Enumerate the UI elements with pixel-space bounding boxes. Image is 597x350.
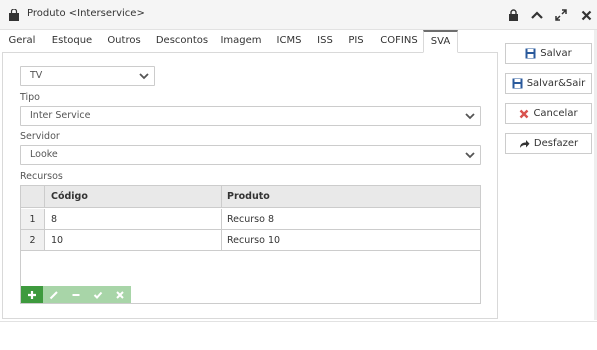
cell-codigo[interactable]: 8 [45, 209, 221, 230]
recursos-label: Recursos [20, 171, 63, 182]
close-icon [520, 109, 529, 118]
save-button[interactable]: Salvar [505, 43, 592, 64]
undo-button[interactable]: Desfazer [505, 133, 592, 154]
save-and-exit-button[interactable]: Salvar&Sair [505, 73, 592, 94]
tab-iss[interactable]: ISS [313, 30, 337, 53]
maximize-button[interactable] [553, 7, 569, 23]
tab-imagem[interactable]: Imagem [218, 30, 264, 53]
row-number: 1 [21, 209, 45, 229]
chevron-down-icon [139, 73, 149, 80]
pencil-icon [49, 290, 58, 299]
window-title: Produto <Interservice> [27, 8, 145, 19]
column-header-produto[interactable]: Produto [221, 186, 480, 208]
tipo-select-value: Inter Service [30, 110, 91, 121]
tab-pis[interactable]: PIS [344, 30, 368, 53]
save-icon [525, 48, 536, 59]
shopping-bag-icon [9, 9, 19, 21]
column-header-codigo[interactable]: Código [45, 186, 221, 208]
save-and-exit-button-label: Salvar&Sair [526, 78, 586, 89]
cancel-button-label: Cancelar [533, 108, 578, 119]
cancel-button[interactable]: Cancelar [505, 103, 592, 124]
table-row[interactable]: 1 8 Recurso 8 [21, 209, 480, 230]
minus-icon [72, 293, 80, 296]
cancel-row-button[interactable] [109, 286, 131, 303]
expand-icon [555, 9, 567, 21]
edit-row-button[interactable] [43, 286, 65, 303]
x-icon [116, 290, 124, 299]
tab-geral[interactable]: Geral [4, 30, 40, 53]
lock-button[interactable] [505, 7, 521, 23]
cell-codigo[interactable]: 10 [45, 230, 221, 251]
share-arrow-icon [519, 139, 530, 148]
save-exit-icon [512, 78, 523, 89]
grid-rownum-header [21, 186, 45, 207]
tab-estoque[interactable]: Estoque [47, 30, 97, 53]
check-icon [93, 291, 103, 299]
chevron-down-icon [465, 113, 475, 120]
tab-outros[interactable]: Outros [103, 30, 145, 53]
row-number: 2 [21, 230, 45, 250]
close-button[interactable] [578, 7, 594, 23]
add-row-button[interactable] [21, 286, 43, 303]
confirm-row-button[interactable] [87, 286, 109, 303]
tab-descontos[interactable]: Descontos [151, 30, 213, 53]
cell-produto[interactable]: Recurso 8 [221, 209, 480, 230]
plus-icon [28, 290, 36, 299]
tab-icms[interactable]: ICMS [273, 30, 305, 53]
window-footer-divider [0, 321, 597, 322]
table-row[interactable]: 2 10 Recurso 10 [21, 230, 480, 251]
save-button-label: Salvar [540, 48, 572, 59]
window-titlebar: Produto <Interservice> [0, 0, 597, 30]
category-select[interactable]: TV [20, 66, 155, 86]
tipo-select[interactable]: Inter Service [20, 106, 481, 126]
collapse-button[interactable] [529, 7, 545, 23]
servidor-select[interactable]: Looke [20, 145, 481, 165]
close-icon [581, 10, 591, 20]
lock-icon [508, 9, 518, 21]
grid-header: Código Produto [21, 186, 480, 208]
tab-cofins[interactable]: COFINS [376, 30, 422, 53]
category-select-value: TV [30, 70, 43, 81]
tab-sva[interactable]: SVA [423, 30, 458, 53]
cell-produto[interactable]: Recurso 10 [221, 230, 480, 251]
servidor-label: Servidor [20, 131, 60, 142]
chevron-down-icon [465, 152, 475, 159]
servidor-select-value: Looke [30, 149, 58, 160]
tipo-label: Tipo [20, 92, 40, 103]
chevron-up-icon [531, 11, 543, 19]
tab-bar: Geral Estoque Outros Descontos Imagem IC… [2, 30, 498, 53]
remove-row-button[interactable] [65, 286, 87, 303]
undo-button-label: Desfazer [533, 138, 579, 149]
